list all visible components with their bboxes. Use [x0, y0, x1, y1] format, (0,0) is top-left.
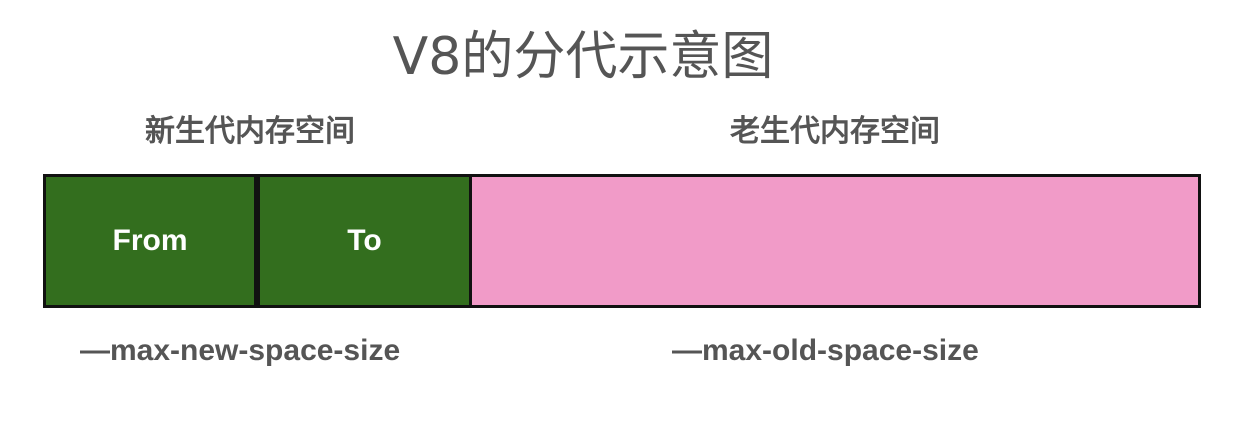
memory-bar: From To: [43, 174, 1201, 308]
from-space-block: From: [43, 174, 257, 308]
new-space-flag: —max-new-space-size: [80, 334, 401, 367]
to-space-label: To: [347, 224, 382, 257]
to-space-block: To: [257, 174, 472, 308]
old-space-block: [472, 174, 1201, 308]
old-space-flag: —max-old-space-size: [672, 334, 979, 367]
diagram-title: V8的分代示意图: [392, 27, 774, 87]
new-space-label: 新生代内存空间: [145, 114, 355, 149]
from-space-label: From: [112, 224, 188, 257]
old-space-label: 老生代内存空间: [730, 114, 940, 149]
